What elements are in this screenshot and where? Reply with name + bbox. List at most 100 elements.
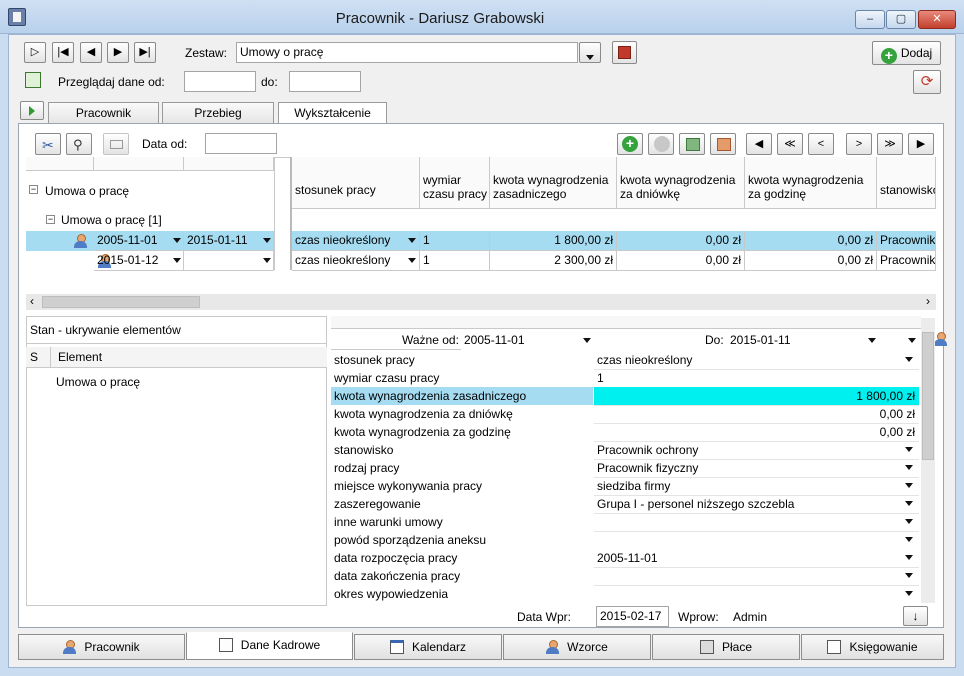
remove-row-button[interactable] bbox=[648, 133, 674, 155]
detail-row[interactable]: inne warunki umowy bbox=[331, 513, 919, 531]
detail-row[interactable]: kwota wynagrodzenia za dniówkę 0,00 zł bbox=[331, 405, 919, 424]
detail-row[interactable]: stanowisko Pracownik ochrony bbox=[331, 441, 919, 460]
detail-value[interactable]: 1 800,00 zł bbox=[594, 387, 919, 406]
col-stosunek[interactable]: stosunek pracy bbox=[292, 157, 420, 209]
detail-value[interactable] bbox=[594, 567, 919, 568]
close-button[interactable]: ✕ bbox=[918, 10, 956, 29]
detail-row[interactable]: powód sporządzenia aneksu bbox=[331, 531, 919, 549]
bottom-tab-dane-kadrowe[interactable]: Dane Kadrowe bbox=[186, 632, 353, 660]
col-wymiar[interactable]: wymiar czasu pracy bbox=[420, 157, 490, 209]
data-wpr-input[interactable]: 2015-02-17 bbox=[596, 606, 669, 627]
chevron-down-icon[interactable] bbox=[583, 338, 591, 343]
chevron-down-icon[interactable] bbox=[905, 555, 913, 560]
grid-last-button[interactable]: ▶ bbox=[908, 133, 934, 155]
col-godzina[interactable]: kwota wynagrodzenia za godzinę bbox=[745, 157, 877, 209]
dodaj-button[interactable]: + Dodaj bbox=[872, 41, 941, 65]
zestaw-select[interactable]: Umowy o pracę bbox=[236, 42, 578, 63]
tab-expand-button[interactable] bbox=[20, 101, 44, 120]
detail-row[interactable]: stosunek pracy czas nieokreślony bbox=[331, 351, 919, 370]
nav-prev-button[interactable]: ◀ bbox=[80, 42, 102, 63]
detail-value[interactable]: Pracownik ochrony bbox=[594, 441, 919, 460]
edit-date-icon[interactable] bbox=[25, 72, 41, 88]
bottom-tab-pracownik[interactable]: Pracownik bbox=[18, 634, 185, 660]
row2-stosunek-cell[interactable]: czas nieokreślony bbox=[292, 251, 420, 271]
grid-prev-page-button[interactable]: ≪ bbox=[777, 133, 803, 155]
col-dniowka[interactable]: kwota wynagrodzenia za dniówkę bbox=[617, 157, 745, 209]
detail-value[interactable]: 0,00 zł bbox=[594, 405, 919, 424]
tab-przebieg[interactable]: Przebieg zatrudnie... bbox=[162, 102, 274, 140]
chevron-down-icon[interactable] bbox=[905, 357, 913, 362]
przegladaj-from-input[interactable] bbox=[184, 71, 256, 92]
detail-do-value[interactable]: 2015-01-11 bbox=[730, 333, 791, 347]
group-collapse-icon[interactable]: − bbox=[29, 185, 38, 194]
minimize-button[interactable]: ‒ bbox=[855, 10, 885, 29]
detail-vscroll-thumb[interactable] bbox=[922, 332, 934, 460]
delete-row-button[interactable] bbox=[710, 133, 736, 155]
chevron-down-icon[interactable] bbox=[905, 483, 913, 488]
row2-stanowisko-cell[interactable]: Pracownik bbox=[877, 251, 936, 271]
detail-value[interactable] bbox=[594, 531, 919, 532]
bottom-tab-place[interactable]: Płace bbox=[652, 634, 800, 660]
tab-wyksztalcenie[interactable]: Wykształcenie bbox=[278, 102, 387, 123]
col-stanowisko[interactable]: stanowisko bbox=[877, 157, 936, 209]
row1-godzina-cell[interactable]: 0,00 zł bbox=[745, 231, 877, 251]
scroll-right-icon[interactable]: › bbox=[926, 294, 930, 308]
detail-value[interactable]: 0,00 zł bbox=[594, 423, 919, 442]
down-arrow-button[interactable]: ↓ bbox=[903, 606, 928, 626]
chevron-down-icon[interactable] bbox=[905, 519, 913, 524]
chevron-down-icon[interactable] bbox=[905, 591, 913, 596]
row1-dniowka-cell[interactable]: 0,00 zł bbox=[617, 231, 745, 251]
detail-value[interactable]: czas nieokreślony bbox=[594, 351, 919, 370]
chevron-down-icon[interactable] bbox=[908, 338, 916, 343]
data-od-input[interactable] bbox=[205, 133, 277, 154]
detail-row[interactable]: okres wypowiedzenia bbox=[331, 585, 919, 603]
bottom-tab-kalendarz[interactable]: Kalendarz bbox=[354, 634, 502, 660]
state-col-s[interactable]: S bbox=[30, 350, 38, 364]
chevron-down-icon[interactable] bbox=[263, 238, 271, 243]
chevron-down-icon[interactable] bbox=[905, 447, 913, 452]
chevron-down-icon[interactable] bbox=[173, 238, 181, 243]
chevron-down-icon[interactable] bbox=[905, 537, 913, 542]
row1-stanowisko-cell[interactable]: Pracownik bbox=[877, 231, 936, 251]
detail-row-selected[interactable]: kwota wynagrodzenia zasadniczego 1 800,0… bbox=[331, 387, 919, 406]
bottom-tab-wzorce[interactable]: Wzorce bbox=[503, 634, 651, 660]
detail-value[interactable]: Pracownik fizyczny bbox=[594, 459, 919, 478]
detail-row[interactable]: data rozpoczęcia pracy 2005-11-01 bbox=[331, 549, 919, 568]
row2-zasad-cell[interactable]: 2 300,00 zł bbox=[490, 251, 617, 271]
chevron-down-icon[interactable] bbox=[905, 465, 913, 470]
nav-next-button[interactable]: ▶ bbox=[107, 42, 129, 63]
subgroup-collapse-icon[interactable]: − bbox=[46, 215, 55, 224]
add-row-button[interactable]: + bbox=[617, 133, 643, 155]
nav-last-button[interactable]: ▶| bbox=[134, 42, 156, 63]
detail-value[interactable] bbox=[594, 585, 919, 586]
copy-row-button[interactable] bbox=[679, 133, 705, 155]
zestaw-edit-button[interactable] bbox=[612, 41, 637, 64]
list-item[interactable]: Umowa o pracę bbox=[56, 375, 140, 389]
chevron-down-icon[interactable] bbox=[408, 238, 416, 243]
row2-wymiar-cell[interactable]: 1 bbox=[420, 251, 490, 271]
do-input[interactable] bbox=[289, 71, 361, 92]
grid-next-button[interactable]: > bbox=[846, 133, 872, 155]
chevron-down-icon[interactable] bbox=[905, 501, 913, 506]
detail-row[interactable]: wymiar czasu pracy 1 bbox=[331, 369, 919, 388]
tools-button[interactable]: ✂ bbox=[35, 133, 61, 155]
row1-from-cell[interactable]: 2005-11-01 bbox=[94, 231, 184, 251]
chevron-down-icon[interactable] bbox=[263, 258, 271, 263]
grid-next-page-button[interactable]: ≫ bbox=[877, 133, 903, 155]
detail-row[interactable]: kwota wynagrodzenia za godzinę 0,00 zł bbox=[331, 423, 919, 442]
detail-value[interactable]: Grupa I - personel niższego szczebla bbox=[594, 495, 919, 514]
row2-godzina-cell[interactable]: 0,00 zł bbox=[745, 251, 877, 271]
zestaw-dropdown-button[interactable] bbox=[579, 42, 601, 63]
detail-row[interactable]: zaszeregowanie Grupa I - personel niższe… bbox=[331, 495, 919, 514]
person-icon[interactable] bbox=[933, 332, 947, 346]
row2-to-cell[interactable] bbox=[184, 251, 274, 271]
tab-pracownik[interactable]: Pracownik bbox=[48, 102, 159, 123]
grid-prev-button[interactable]: < bbox=[808, 133, 834, 155]
row2-dniowka-cell[interactable]: 0,00 zł bbox=[617, 251, 745, 271]
nav-first-button[interactable]: |◀ bbox=[52, 42, 74, 63]
row1-stosunek-cell[interactable]: czas nieokreślony bbox=[292, 231, 420, 251]
row1-wymiar-cell[interactable]: 1 bbox=[420, 231, 490, 251]
grid-hscroll-thumb[interactable] bbox=[42, 296, 200, 308]
row1-zasad-cell[interactable]: 1 800,00 zł bbox=[490, 231, 617, 251]
chevron-down-icon[interactable] bbox=[408, 258, 416, 263]
